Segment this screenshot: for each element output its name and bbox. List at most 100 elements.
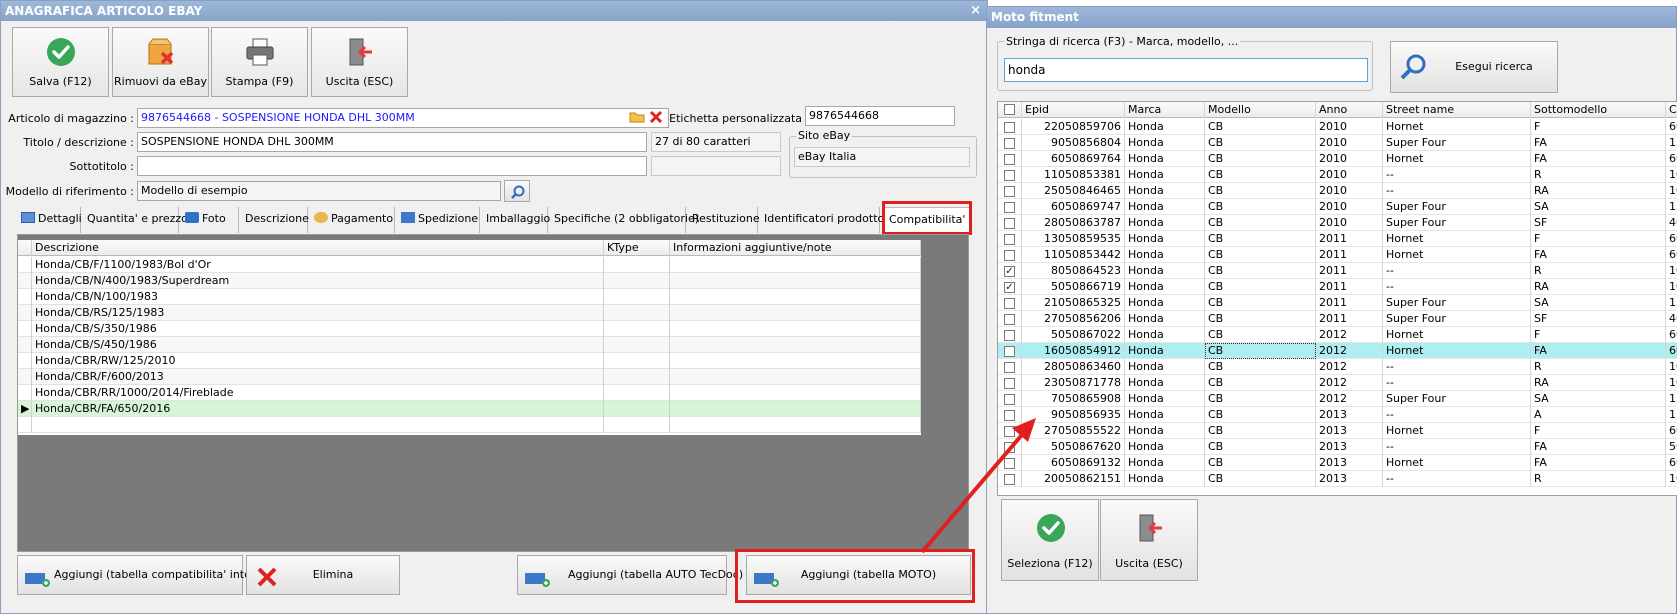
add-tecdoc-button[interactable]: Aggiungi (tabella AUTO TecDoc): [517, 555, 743, 595]
sito-ebay-field[interactable]: eBay Italia: [794, 147, 970, 167]
table-row[interactable]: 16050854912HondaCB2012HornetFA60: [998, 343, 1677, 359]
search-button[interactable]: Esegui ricerca: [1390, 41, 1558, 93]
tab-foto[interactable]: Foto: [181, 207, 239, 233]
folder-icon[interactable]: [629, 111, 645, 123]
row-checkbox-cell[interactable]: [998, 199, 1022, 215]
row-checkbox[interactable]: [1004, 170, 1015, 181]
row-checkbox[interactable]: [1004, 234, 1015, 245]
row-checkbox-cell[interactable]: [998, 311, 1022, 327]
tab-descrizione[interactable]: Descrizione: [241, 207, 309, 233]
row-checkbox[interactable]: [1004, 202, 1015, 213]
row-checkbox-cell[interactable]: [998, 471, 1022, 487]
etichetta-field[interactable]: 9876544668: [805, 106, 955, 126]
tab-restituzione[interactable]: Restituzione: [688, 207, 760, 233]
exit-button[interactable]: Uscita (ESC): [311, 27, 408, 97]
row-checkbox-cell[interactable]: ✓: [998, 279, 1022, 295]
table-row[interactable]: 5050867620HondaCB2013--FA50: [998, 439, 1677, 455]
row-checkbox[interactable]: [1004, 426, 1015, 437]
modello-search-button[interactable]: [504, 180, 530, 202]
table-row[interactable]: Honda/CB/N/100/1983: [18, 289, 921, 305]
row-checkbox[interactable]: ✓: [1004, 266, 1015, 277]
row-checkbox-cell[interactable]: [998, 423, 1022, 439]
row-checkbox[interactable]: [1004, 138, 1015, 149]
table-row[interactable]: Honda/CBR/F/600/2013: [18, 369, 921, 385]
delete-button[interactable]: Elimina: [246, 555, 400, 595]
table-row[interactable]: 6050869764HondaCB2010HornetFA60: [998, 151, 1677, 167]
close-icon[interactable]: ×: [970, 1, 981, 21]
header-street[interactable]: Street name: [1383, 102, 1531, 118]
table-row[interactable]: 22050859706HondaCB2010HornetF60: [998, 119, 1677, 135]
row-checkbox[interactable]: [1004, 442, 1015, 453]
tab-identificatori[interactable]: Identificatori prodotto: [760, 207, 884, 233]
table-row[interactable]: 20050862151HondaCB2013--R10: [998, 471, 1677, 487]
table-row[interactable]: ✓ 5050866719HondaCB2011--RA10: [998, 279, 1677, 295]
row-checkbox-cell[interactable]: [998, 135, 1022, 151]
sottotitolo-field[interactable]: [137, 156, 647, 176]
select-all-checkbox[interactable]: [1004, 104, 1015, 115]
header-ktype[interactable]: KType: [604, 240, 670, 256]
moto-exit-button[interactable]: Uscita (ESC): [1100, 499, 1198, 581]
table-row[interactable]: 27050855522HondaCB2013HornetF60: [998, 423, 1677, 439]
articolo-field[interactable]: 9876544668 - SOSPENSIONE HONDA DHL 300MM: [137, 108, 669, 128]
tab-pagamento[interactable]: Pagamento: [310, 207, 395, 233]
header-anno[interactable]: Anno: [1316, 102, 1383, 118]
header-c[interactable]: C: [1666, 102, 1677, 118]
table-row[interactable]: Honda/CB/F/1100/1983/Bol d'Or: [18, 257, 921, 273]
row-checkbox-cell[interactable]: [998, 151, 1022, 167]
row-checkbox[interactable]: [1004, 378, 1015, 389]
search-input[interactable]: honda: [1004, 58, 1368, 82]
print-button[interactable]: Stampa (F9): [211, 27, 308, 97]
row-checkbox[interactable]: [1004, 218, 1015, 229]
row-checkbox[interactable]: [1004, 346, 1015, 357]
add-internal-button[interactable]: Aggiungi (tabella compatibilita' interna…: [17, 555, 273, 595]
row-checkbox-cell[interactable]: [998, 295, 1022, 311]
row-checkbox-cell[interactable]: ✓: [998, 263, 1022, 279]
save-button[interactable]: Salva (F12): [12, 27, 109, 97]
table-row[interactable]: 9050856935HondaCB2013--A11: [998, 407, 1677, 423]
table-row[interactable]: 28050863787HondaCB2010Super FourSF40: [998, 215, 1677, 231]
row-checkbox[interactable]: [1004, 474, 1015, 485]
row-checkbox-cell[interactable]: [998, 247, 1022, 263]
clear-icon[interactable]: [649, 110, 663, 124]
tab-dettagli[interactable]: Dettagli: [17, 207, 82, 233]
row-checkbox-cell[interactable]: [998, 215, 1022, 231]
row-checkbox[interactable]: [1004, 298, 1015, 309]
table-row[interactable]: 6050869132HondaCB2013HornetFA60: [998, 455, 1677, 471]
row-checkbox[interactable]: [1004, 186, 1015, 197]
row-checkbox-cell[interactable]: [998, 183, 1022, 199]
row-checkbox[interactable]: [1004, 154, 1015, 165]
header-info[interactable]: Informazioni aggiuntive/note: [670, 240, 921, 256]
row-checkbox-cell[interactable]: [998, 119, 1022, 135]
row-checkbox-cell[interactable]: [998, 343, 1022, 359]
tab-specifiche[interactable]: Specifiche (2 obbligatorie): [550, 207, 699, 233]
row-checkbox[interactable]: [1004, 314, 1015, 325]
table-row[interactable]: ✓ 8050864523HondaCB2011--R10: [998, 263, 1677, 279]
row-checkbox[interactable]: [1004, 250, 1015, 261]
modello-field[interactable]: Modello di esempio: [137, 181, 501, 201]
row-checkbox[interactable]: [1004, 394, 1015, 405]
titolo-field[interactable]: SOSPENSIONE HONDA DHL 300MM: [137, 132, 647, 152]
table-row[interactable]: 28050863460HondaCB2012--R10: [998, 359, 1677, 375]
tab-spedizione[interactable]: Spedizione: [397, 207, 480, 233]
header-marca[interactable]: Marca: [1125, 102, 1205, 118]
row-checkbox-cell[interactable]: [998, 391, 1022, 407]
select-button[interactable]: Seleziona (F12): [1001, 499, 1099, 581]
row-checkbox-cell[interactable]: [998, 439, 1022, 455]
table-row[interactable]: Honda/CBR/RR/1000/2014/Fireblade: [18, 385, 921, 401]
table-row[interactable]: 21050865325HondaCB2011Super FourSA13: [998, 295, 1677, 311]
row-checkbox[interactable]: [1004, 458, 1015, 469]
table-row[interactable]: 27050856206HondaCB2011Super FourSF40: [998, 311, 1677, 327]
row-checkbox-cell[interactable]: [998, 231, 1022, 247]
table-row[interactable]: 23050871778HondaCB2012--RA10: [998, 375, 1677, 391]
row-checkbox-cell[interactable]: [998, 359, 1022, 375]
row-checkbox-cell[interactable]: [998, 167, 1022, 183]
table-row[interactable]: Honda/CB/S/350/1986: [18, 321, 921, 337]
table-row[interactable]: ▶ Honda/CBR/FA/650/2016: [18, 401, 921, 417]
header-sottomodello[interactable]: Sottomodello: [1531, 102, 1666, 118]
header-descrizione[interactable]: Descrizione: [32, 240, 604, 256]
table-row[interactable]: 13050859535HondaCB2011HornetF60: [998, 231, 1677, 247]
table-row[interactable]: 25050846465HondaCB2010--RA10: [998, 183, 1677, 199]
table-row[interactable]: 5050867022HondaCB2012HornetF60: [998, 327, 1677, 343]
row-checkbox-cell[interactable]: [998, 375, 1022, 391]
row-checkbox[interactable]: [1004, 330, 1015, 341]
